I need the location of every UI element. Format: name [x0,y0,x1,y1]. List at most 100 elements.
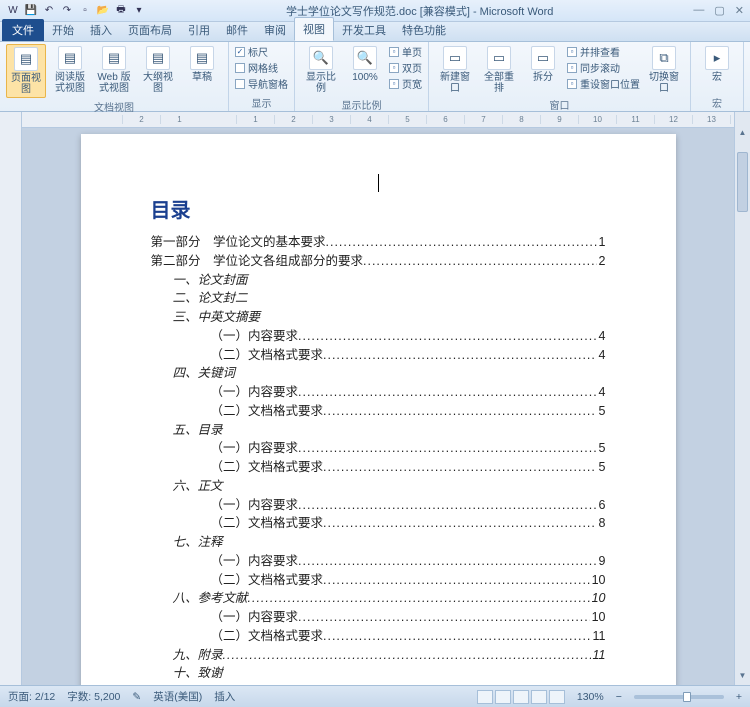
view-fullread-button[interactable] [495,690,511,704]
view-btn-2[interactable]: ▤Web 版式视图 [94,44,134,96]
vertical-scrollbar[interactable]: ▲ ▼ [734,112,750,685]
tab-2[interactable]: 页面布局 [120,19,180,41]
zoom-opt-2[interactable]: ▫页宽 [389,76,422,91]
proofing-icon[interactable]: ✎ [132,691,141,703]
toc-row[interactable]: 三、中英文摘要 [151,308,606,327]
tab-4[interactable]: 邮件 [218,19,256,41]
checkbox-icon [235,79,245,89]
status-words[interactable]: 字数: 5,200 [67,689,120,704]
zoom-opt-1[interactable]: ▫双页 [389,60,422,75]
zoom-handle[interactable] [683,692,691,702]
toc-row[interactable]: 四、关键词 [151,364,606,383]
zoom-plus-icon[interactable]: + [736,691,742,703]
toc-row[interactable]: （二）文档格式要求4 [151,346,606,365]
toc-entry-label: （一）内容要求 [211,383,299,402]
tab-file[interactable]: 文件 [2,19,44,41]
show-check-2[interactable]: 导航窗格 [235,76,288,91]
view-draft-button[interactable] [549,690,565,704]
scroll-thumb[interactable] [737,152,748,212]
macro-button[interactable]: ▸ 宏 [697,44,737,85]
tab-8[interactable]: 特色功能 [394,19,454,41]
group-window: ▭新建窗口▭全部重排▭拆分▫并排查看▫同步滚动▫重设窗口位置⧉切换窗口 窗口 [429,42,691,111]
view-print-button[interactable] [477,690,493,704]
status-language[interactable]: 英语(美国) [153,689,202,704]
scroll-down-icon[interactable]: ▼ [735,671,750,685]
toc-row[interactable]: （一）内容要求5 [151,439,606,458]
toc-row[interactable]: （二）文档格式要求5 [151,458,606,477]
toc-row[interactable]: 八、参考文献10 [151,589,606,608]
toc-row[interactable]: 七、注释 [151,533,606,552]
toc-row[interactable]: 一、论文封面 [151,271,606,290]
tab-1[interactable]: 插入 [82,19,120,41]
zoom-icon: 🔍 [309,46,333,70]
zoom-minus-icon[interactable]: − [616,691,622,703]
window-btn-1[interactable]: ▭全部重排 [479,44,519,96]
toc-row[interactable]: （一）内容要求6 [151,496,606,515]
toc-page-number: 5 [597,439,606,458]
toc-row[interactable]: （一）内容要求9 [151,552,606,571]
toc-entry-label: 八、参考文献 [173,589,248,608]
new-doc-icon[interactable]: ▫ [78,4,92,18]
toc-entry-label: 十、致谢 [173,664,223,683]
document-area[interactable]: 目录 第一部分 学位论文的基本要求1第二部分 学位论文各组成部分的要求2一、论文… [22,112,734,685]
tab-7[interactable]: 开发工具 [334,19,394,41]
undo-icon[interactable]: ↶ [42,4,56,18]
scroll-up-icon[interactable]: ▲ [735,128,750,142]
window-opt-0[interactable]: ▫并排查看 [567,44,640,59]
toc-row[interactable]: 第二部分 学位论文各组成部分的要求2 [151,252,606,271]
view-btn-3[interactable]: ▤大纲视图 [138,44,178,96]
tab-5[interactable]: 审阅 [256,19,294,41]
toc-row[interactable]: （二）文档格式要求8 [151,514,606,533]
window-btn-0[interactable]: ▭新建窗口 [435,44,475,96]
toc-row[interactable]: 十、致谢 [151,664,606,683]
toc-row[interactable]: （二）文档格式要求10 [151,571,606,590]
toc-row[interactable]: （一）内容要求10 [151,608,606,627]
window-opt-label: 并排查看 [580,44,620,59]
redo-icon[interactable]: ↷ [60,4,74,18]
toc-row[interactable]: （二）文档格式要求5 [151,402,606,421]
show-check-0[interactable]: ✓标尺 [235,44,288,59]
view-btn-1[interactable]: ▤阅读版式视图 [50,44,90,96]
view-btn-label: 草稿 [192,72,212,83]
toc-row[interactable]: （二）文档格式要求11 [151,627,606,646]
print-icon[interactable]: 🖶 [114,4,128,18]
toc-row[interactable]: 第一部分 学位论文的基本要求1 [151,233,606,252]
qat-dropdown-icon[interactable]: ▾ [132,4,146,18]
toc-row[interactable]: 九、附录11 [151,646,606,665]
window-icon: ▭ [531,46,555,70]
view-btn-4[interactable]: ▤草稿 [182,44,222,85]
tab-6[interactable]: 视图 [294,17,334,41]
close-button[interactable]: ✕ [735,4,744,17]
toc-row[interactable]: （一）内容要求4 [151,327,606,346]
maximize-button[interactable]: ▢ [714,4,724,17]
show-check-1[interactable]: 网格线 [235,60,288,75]
page-opt-icon: ▫ [389,79,399,89]
view-outline-button[interactable] [531,690,547,704]
status-mode[interactable]: 插入 [214,689,235,704]
minimize-button[interactable]: — [693,4,704,17]
window-opt-1[interactable]: ▫同步滚动 [567,60,640,75]
zoom-btn-0[interactable]: 🔍显示比例 [301,44,341,96]
window-opt-2[interactable]: ▫重设窗口位置 [567,76,640,91]
save-icon[interactable]: 💾 [24,4,38,18]
zoom-slider[interactable] [634,695,724,699]
toc-leader [223,646,591,665]
status-page[interactable]: 页面: 2/12 [8,689,55,704]
status-zoom[interactable]: 130% [577,691,604,703]
view-mode-icon: ▤ [58,46,82,70]
open-icon[interactable]: 📂 [96,4,110,18]
view-btn-0[interactable]: ▤页面视图 [6,44,46,98]
toc-row[interactable]: 二、论文封二 [151,289,606,308]
view-web-button[interactable] [513,690,529,704]
zoom-btn-1[interactable]: 🔍100% [345,44,385,85]
window-btn-2[interactable]: ▭拆分 [523,44,563,85]
zoom-opt-0[interactable]: ▫单页 [389,44,422,59]
tab-0[interactable]: 开始 [44,19,82,41]
toc-row[interactable]: 六、正文 [151,477,606,496]
switch-window-button[interactable]: ⧉切换窗口 [644,44,684,96]
toc-row[interactable]: 五、目录 [151,421,606,440]
tab-3[interactable]: 引用 [180,19,218,41]
word-icon: W [6,4,20,18]
toc-row[interactable]: （一）内容要求4 [151,383,606,402]
toc-leader [323,514,597,533]
